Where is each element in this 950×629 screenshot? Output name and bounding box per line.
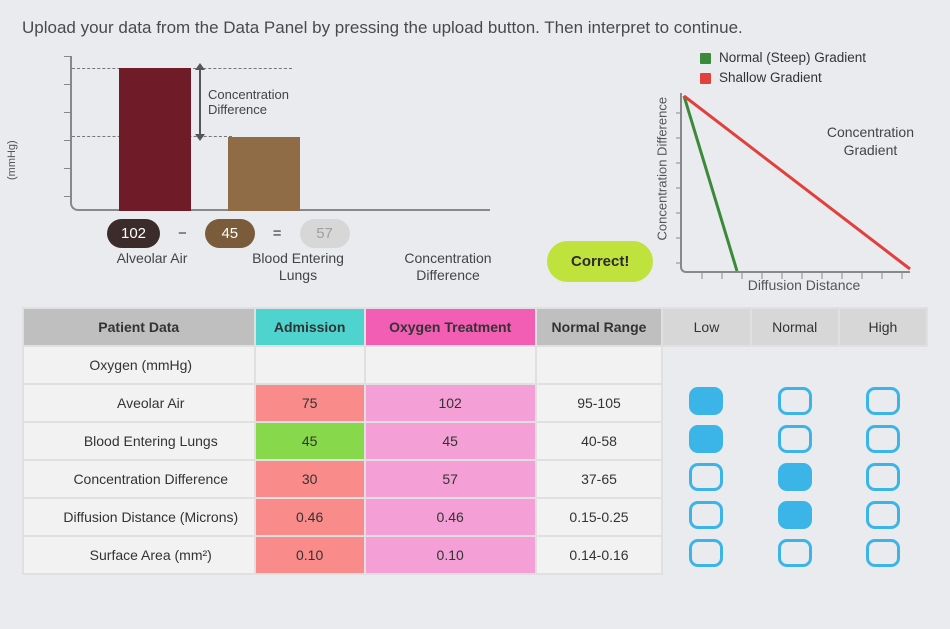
checkbox-low[interactable]: [689, 425, 723, 453]
bar-blood-entering-lungs: [228, 137, 300, 211]
table-row: Diffusion Distance (Microns)0.460.460.15…: [23, 498, 927, 536]
cell-normal-range: 0.14-0.16: [536, 536, 663, 574]
concentration-difference-annotation: Concentration Difference: [208, 88, 308, 118]
header-oxygen-treatment[interactable]: Oxygen Treatment: [365, 308, 536, 346]
checkbox-normal[interactable]: [778, 463, 812, 491]
label-alveolar-air: Alveolar Air: [102, 250, 202, 284]
checkbox-high[interactable]: [866, 463, 900, 491]
table-row: Blood Entering Lungs454540-58: [23, 422, 927, 460]
checkbox-normal[interactable]: [778, 425, 812, 453]
cell-oxygen-treatment: 57: [365, 460, 536, 498]
cell-admission: 45: [255, 422, 365, 460]
table-section-header-row: Oxygen (mmHg): [23, 346, 927, 384]
checkbox-normal[interactable]: [778, 387, 812, 415]
legend-swatch-green-icon: [700, 53, 711, 64]
row-label: Diffusion Distance (Microns): [23, 498, 255, 536]
row-label: Concentration Difference: [23, 460, 255, 498]
upper-charts-row: Oxygen Concentration (mmHg) Concentratio…: [22, 46, 928, 293]
line-chart-axes: Concentration Difference: [680, 93, 910, 273]
header-admission[interactable]: Admission: [255, 308, 365, 346]
label-blood-entering-lungs: Blood Entering Lungs: [242, 250, 354, 284]
cell-normal-range: 0.15-0.25: [536, 498, 663, 536]
checkbox-normal[interactable]: [778, 501, 812, 529]
legend-swatch-red-icon: [700, 73, 711, 84]
minus-sign: −: [178, 225, 187, 242]
row-label: Aveolar Air: [23, 384, 255, 422]
equation-row: 102 − 45 = 57: [107, 219, 350, 248]
correct-badge: Correct!: [547, 241, 653, 282]
cell-oxygen-treatment: 45: [365, 422, 536, 460]
cell-admission: 0.10: [255, 536, 365, 574]
table-row: Concentration Difference305737-65: [23, 460, 927, 498]
concentration-difference-arrow-icon: [199, 68, 201, 136]
line-shallow: [684, 96, 910, 269]
table-row: Aveolar Air7510295-105: [23, 384, 927, 422]
checkbox-low[interactable]: [689, 463, 723, 491]
cell-admission: 0.46: [255, 498, 365, 536]
row-label: Surface Area (mm²): [23, 536, 255, 574]
cell-normal-range: 95-105: [536, 384, 663, 422]
line-chart-xlabel: Diffusion Distance: [680, 277, 928, 293]
blood-entering-value[interactable]: 45: [205, 219, 255, 248]
line-chart: Normal (Steep) Gradient Shallow Gradient…: [648, 46, 928, 293]
row-label: Blood Entering Lungs: [23, 422, 255, 460]
bar-chart: Oxygen Concentration (mmHg) Concentratio…: [22, 46, 628, 281]
checkbox-high[interactable]: [866, 387, 900, 415]
header-high: High: [839, 308, 927, 346]
concentration-difference-result[interactable]: 57: [300, 219, 350, 248]
equals-sign: =: [273, 225, 282, 242]
bar-chart-yunit: (mmHg): [6, 140, 18, 180]
checkbox-low[interactable]: [689, 387, 723, 415]
header-patient-data: Patient Data: [23, 308, 255, 346]
cell-oxygen-treatment: 102: [365, 384, 536, 422]
cell-oxygen-treatment: 0.10: [365, 536, 536, 574]
checkbox-high[interactable]: [866, 425, 900, 453]
cell-normal-range: 40-58: [536, 422, 663, 460]
header-normal: Normal: [751, 308, 839, 346]
line-chart-ylabel: Concentration Difference: [655, 96, 670, 240]
instruction-text: Upload your data from the Data Panel by …: [22, 18, 928, 38]
legend-shallow: Shallow Gradient: [700, 68, 928, 88]
cell-admission: 30: [255, 460, 365, 498]
bar-alveolar-air: [119, 68, 191, 211]
label-concentration-difference: Concentration Difference: [394, 250, 502, 284]
cell-admission: 75: [255, 384, 365, 422]
legend-normal-steep: Normal (Steep) Gradient: [700, 48, 928, 68]
checkbox-low[interactable]: [689, 501, 723, 529]
alveolar-air-value[interactable]: 102: [107, 219, 160, 248]
bar-category-labels: Alveolar Air Blood Entering Lungs Concen…: [102, 250, 502, 284]
line-chart-legend: Normal (Steep) Gradient Shallow Gradient: [700, 48, 928, 89]
header-low: Low: [662, 308, 750, 346]
checkbox-normal[interactable]: [778, 539, 812, 567]
checkbox-high[interactable]: [866, 501, 900, 529]
header-normal-range: Normal Range: [536, 308, 663, 346]
section-header-oxygen: Oxygen (mmHg): [23, 346, 255, 384]
cell-normal-range: 37-65: [536, 460, 663, 498]
line-normal-steep: [684, 96, 737, 271]
cell-oxygen-treatment: 0.46: [365, 498, 536, 536]
checkbox-high[interactable]: [866, 539, 900, 567]
patient-data-table: Patient Data Admission Oxygen Treatment …: [22, 307, 928, 575]
table-row: Surface Area (mm²)0.100.100.14-0.16: [23, 536, 927, 574]
checkbox-low[interactable]: [689, 539, 723, 567]
